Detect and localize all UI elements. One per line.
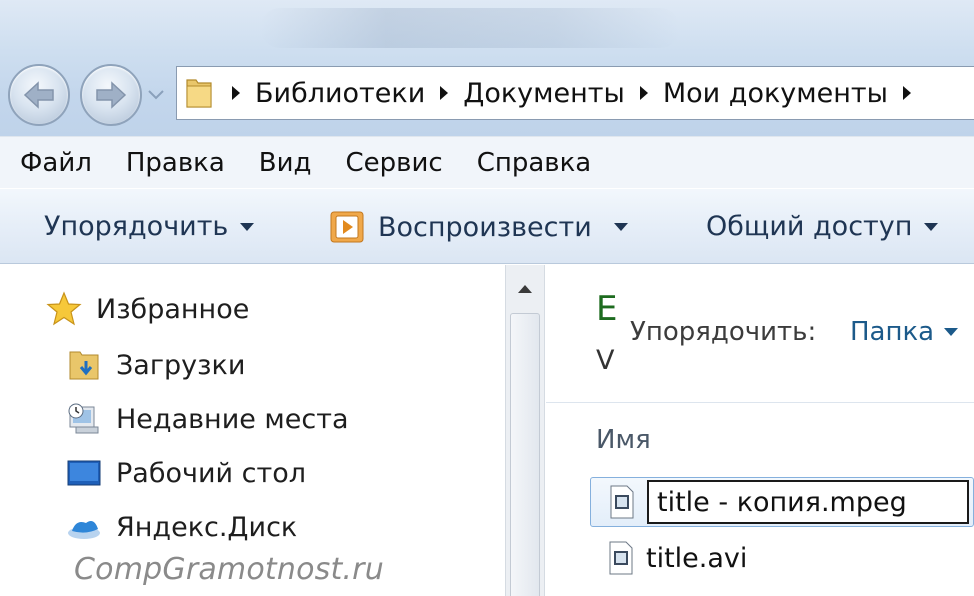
desktop-icon: [66, 455, 102, 491]
forward-button[interactable]: [80, 64, 142, 126]
window-title-blur: [260, 8, 680, 48]
play-button[interactable]: Воспроизвести: [330, 211, 628, 243]
window-titlebar: Библиотеки Документы Мои документы: [0, 0, 974, 136]
nav-item-label: Недавние места: [116, 403, 349, 435]
command-bar: Упорядочить Воспроизвести Общий доступ: [0, 188, 974, 264]
watermark-text: CompGramotnost.ru: [74, 552, 384, 587]
file-row[interactable]: title - копия.mpeg: [590, 477, 974, 527]
yandex-disk-icon: [66, 509, 102, 545]
breadcrumb-arrow-icon[interactable]: [892, 85, 922, 101]
arrow-right-icon: [96, 81, 127, 109]
chevron-down-icon: [148, 90, 164, 100]
file-row[interactable]: title.avi: [590, 533, 974, 583]
menu-view[interactable]: Вид: [259, 148, 312, 178]
scroll-thumb[interactable]: [510, 313, 540, 596]
arrow-left-icon: [23, 81, 54, 109]
column-header-name[interactable]: Имя: [596, 425, 651, 455]
nav-pane-scrollbar[interactable]: [505, 265, 545, 596]
arrange-by-value: Папка: [850, 317, 935, 347]
breadcrumb-my-documents[interactable]: Мои документы: [659, 78, 892, 109]
menu-edit[interactable]: Правка: [126, 148, 225, 178]
video-file-icon: [605, 482, 639, 522]
nav-item-desktop[interactable]: Рабочий стол: [66, 455, 306, 491]
content-pane: Е V Упорядочить: Папка Имя title - копия…: [546, 265, 974, 596]
nav-item-recent-places[interactable]: Недавние места: [66, 401, 349, 437]
file-name: title.avi: [646, 542, 748, 574]
folder-icon: [177, 66, 221, 120]
library-header: Е V Упорядочить: Папка: [546, 265, 974, 403]
share-button[interactable]: Общий доступ: [706, 211, 939, 242]
rename-input[interactable]: title - копия.mpeg: [647, 480, 969, 524]
menu-bar: Файл Правка Вид Сервис Справка: [0, 136, 974, 188]
organize-label: Упорядочить: [44, 211, 229, 242]
nav-favorites[interactable]: Избранное: [46, 291, 249, 327]
share-label: Общий доступ: [706, 211, 913, 242]
arrange-by-dropdown[interactable]: Папка: [850, 317, 959, 347]
menu-file[interactable]: Файл: [20, 148, 92, 178]
chevron-up-icon: [518, 285, 532, 293]
breadcrumb-libraries[interactable]: Библиотеки: [251, 78, 429, 109]
breadcrumb-arrow-icon[interactable]: [429, 85, 459, 101]
scroll-up-button[interactable]: [508, 269, 542, 309]
nav-item-label: Рабочий стол: [116, 457, 306, 489]
nav-item-downloads[interactable]: Загрузки: [66, 347, 245, 383]
chevron-down-icon: [240, 222, 255, 231]
menu-tools[interactable]: Сервис: [346, 148, 443, 178]
library-subtitle: V: [596, 345, 615, 376]
recent-places-icon: [66, 401, 102, 437]
breadcrumb-documents[interactable]: Документы: [459, 78, 629, 109]
chevron-down-icon: [944, 328, 959, 336]
organize-button[interactable]: Упорядочить: [44, 211, 255, 242]
chevron-down-icon: [924, 222, 939, 231]
nav-item-label: Загрузки: [116, 349, 246, 381]
video-file-icon: [604, 538, 638, 578]
menu-help[interactable]: Справка: [477, 148, 592, 178]
media-play-icon: [330, 211, 364, 243]
star-icon: [46, 291, 82, 327]
nav-favorites-label: Избранное: [96, 293, 250, 325]
nav-item-label: Яндекс.Диск: [116, 511, 298, 543]
address-bar[interactable]: Библиотеки Документы Мои документы: [176, 66, 974, 120]
breadcrumb-arrow-icon[interactable]: [221, 85, 251, 101]
downloads-folder-icon: [66, 347, 102, 383]
breadcrumb-arrow-icon[interactable]: [629, 85, 659, 101]
recent-pages-dropdown[interactable]: [146, 88, 166, 102]
library-title: Е: [596, 289, 618, 329]
back-button[interactable]: [8, 64, 70, 126]
navigation-pane: Избранное Загрузки Недавние места Рабочи…: [0, 265, 505, 596]
arrange-by-label: Упорядочить:: [630, 317, 817, 347]
nav-item-yandex-disk[interactable]: Яндекс.Диск: [66, 509, 297, 545]
chevron-down-icon: [613, 223, 628, 231]
play-label: Воспроизвести: [378, 211, 592, 243]
